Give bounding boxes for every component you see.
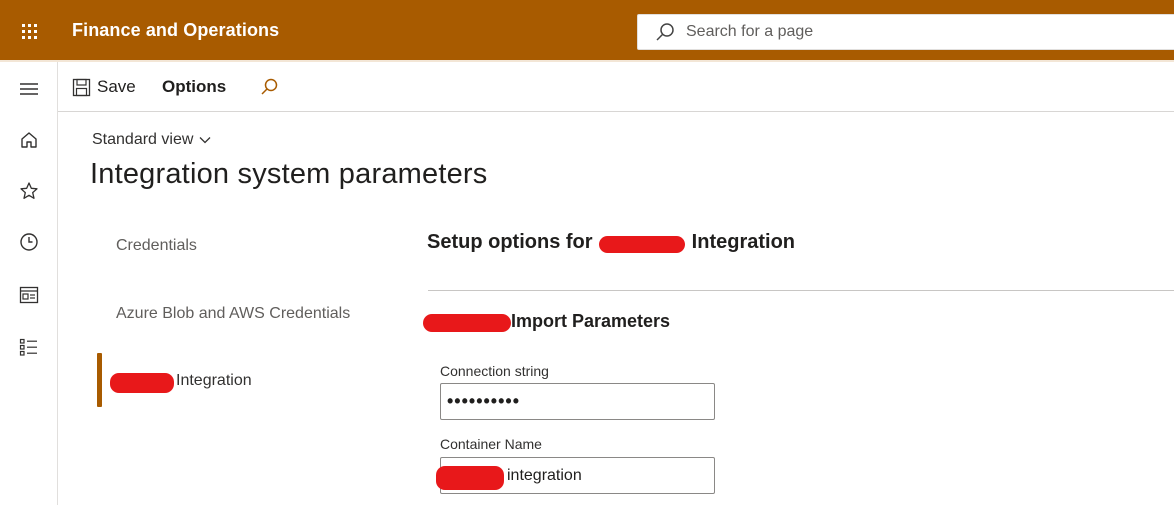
hamburger-menu-button[interactable] <box>0 67 57 111</box>
redaction-mark <box>436 466 504 490</box>
page-title: Integration system parameters <box>90 158 488 190</box>
redaction-mark <box>423 314 511 332</box>
hamburger-icon <box>19 83 38 95</box>
section-title-prefix: Setup options for <box>427 231 593 253</box>
save-button[interactable]: Save <box>72 62 136 112</box>
favorites-button[interactable] <box>0 169 57 213</box>
workspace-icon <box>19 286 38 304</box>
container-name-label: Container Name <box>440 436 542 452</box>
view-selector[interactable]: Standard view <box>92 131 211 149</box>
top-bar: Finance and Operations <box>0 0 1174 62</box>
home-icon <box>20 132 37 148</box>
tab-azure-blob-aws-credentials[interactable]: Azure Blob and AWS Credentials <box>116 305 350 323</box>
clock-icon <box>19 233 38 251</box>
connection-string-field[interactable]: •••••••••• <box>440 383 715 420</box>
workspaces-button[interactable] <box>0 273 57 317</box>
search-input[interactable] <box>686 23 1086 41</box>
navigation-rail <box>0 62 58 505</box>
app-launcher-button[interactable] <box>0 0 58 62</box>
save-label: Save <box>97 77 136 96</box>
selected-tab-indicator <box>97 353 102 407</box>
waffle-icon <box>22 24 37 39</box>
search-icon <box>261 78 278 95</box>
view-label: Standard view <box>92 131 194 148</box>
search-icon <box>654 21 676 43</box>
action-pane: Save Options <box>58 62 1174 112</box>
list-icon <box>19 338 37 356</box>
save-icon <box>72 78 91 97</box>
tab-integration[interactable]: Integration <box>176 372 252 390</box>
find-button[interactable] <box>259 62 279 112</box>
tab-credentials[interactable]: Credentials <box>116 237 197 255</box>
app-title[interactable]: Finance and Operations <box>72 20 279 41</box>
redaction-mark <box>599 236 685 253</box>
star-icon <box>19 182 38 199</box>
section-divider <box>428 290 1174 291</box>
home-button[interactable] <box>0 118 57 162</box>
group-title: Import Parameters <box>511 311 671 331</box>
section-title-suffix: Integration <box>691 231 796 253</box>
redaction-mark <box>110 373 174 393</box>
options-button[interactable]: Options <box>162 62 226 112</box>
search-box[interactable] <box>637 14 1174 50</box>
chevron-down-icon <box>199 136 211 144</box>
connection-string-label: Connection string <box>440 363 549 379</box>
modules-button[interactable] <box>0 325 57 369</box>
recent-button[interactable] <box>0 220 57 264</box>
